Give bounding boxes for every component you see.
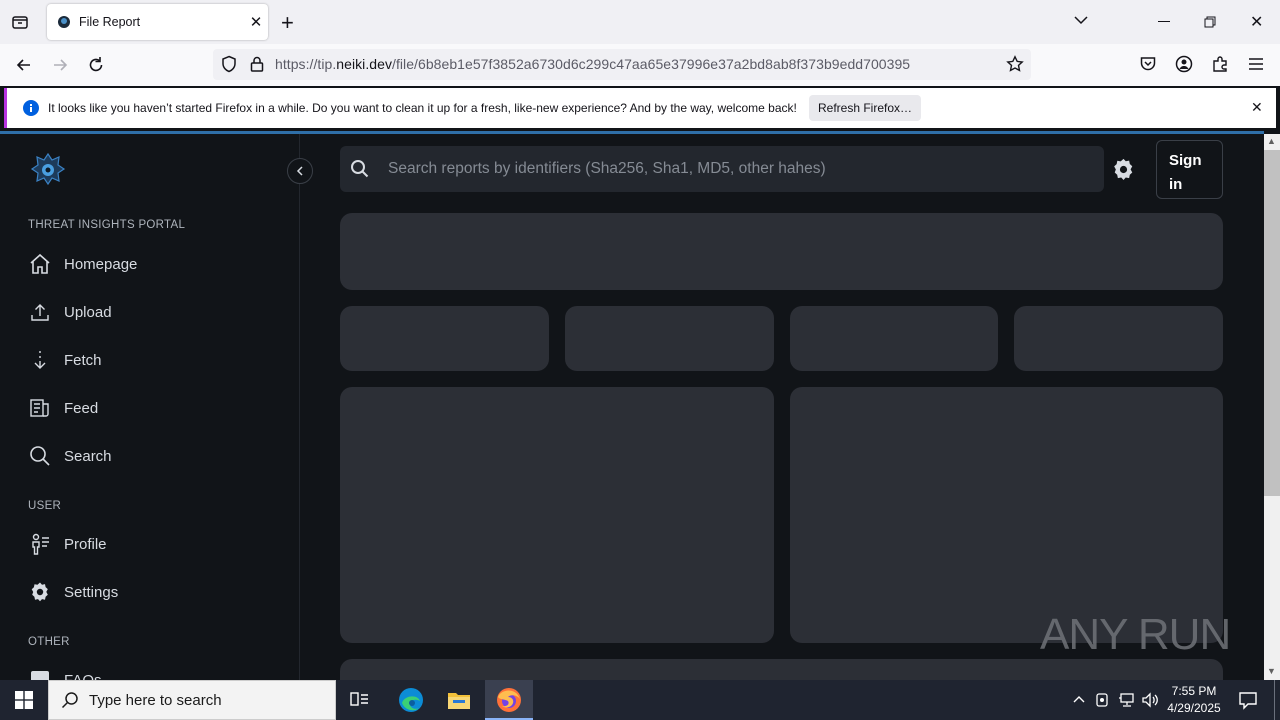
url-text[interactable]: https://tip.neiki.dev/file/6b8eb1e57f385…: [275, 56, 910, 72]
taskbar-clock[interactable]: 7:55 PM 4/29/2025: [1160, 683, 1228, 717]
collapse-sidebar-button[interactable]: [287, 158, 313, 184]
sidebar-item-label: Feed: [64, 399, 99, 417]
refresh-firefox-button[interactable]: Refresh Firefox…: [809, 95, 921, 121]
skeleton-card-panel: [790, 387, 1223, 643]
scroll-down-icon[interactable]: ▼: [1267, 666, 1276, 676]
skeleton-card-panel: [340, 387, 774, 643]
fetch-icon: [28, 348, 52, 372]
sidebar-item-search[interactable]: Search: [28, 441, 112, 471]
settings-gear-icon[interactable]: [1110, 156, 1137, 188]
lock-icon[interactable]: [248, 55, 266, 78]
skeleton-card-bottom: [340, 659, 1223, 680]
notification-message: It looks like you haven’t started Firefo…: [48, 101, 797, 115]
firefox-icon: [497, 688, 521, 712]
back-icon[interactable]: [14, 55, 34, 80]
show-desktop-button[interactable]: [1274, 680, 1275, 720]
sidebar-item-label: Settings: [64, 583, 119, 601]
sidebar-item-faqs[interactable]: FAQs: [28, 665, 102, 680]
portal-logo-icon[interactable]: [30, 152, 66, 193]
task-view-icon[interactable]: [350, 691, 370, 714]
notifications-icon[interactable]: [1238, 690, 1258, 715]
restore-icon[interactable]: [1204, 15, 1216, 33]
windows-start-icon[interactable]: [15, 691, 33, 714]
search-placeholder: Search reports by identifiers (Sha256, S…: [388, 160, 826, 177]
sign-in-button[interactable]: Sign in: [1156, 140, 1223, 199]
close-notification-icon[interactable]: ✕: [1251, 99, 1263, 116]
sidebar-item-label: Fetch: [64, 351, 102, 369]
browser-tab-bar: File Report ✕ + ✕: [0, 0, 1280, 44]
sidebar-item-label: Profile: [64, 535, 107, 553]
file-explorer-icon[interactable]: [447, 689, 471, 716]
faq-icon: [28, 668, 52, 680]
sidebar-item-feed[interactable]: Feed: [28, 393, 98, 423]
skeleton-card-stat: [1014, 306, 1223, 371]
profile-icon: [28, 532, 52, 556]
section-threat-insights-portal: THREAT INSIGHTS PORTAL: [28, 219, 186, 231]
sidebar-item-homepage[interactable]: Homepage: [28, 249, 137, 279]
chevron-up-icon[interactable]: [1072, 692, 1086, 711]
sidebar-item-profile[interactable]: Profile: [28, 529, 107, 559]
network-icon[interactable]: [1118, 691, 1136, 714]
windows-taskbar: Type here to search 7:55 PM 4/29/2025: [0, 680, 1280, 720]
reload-icon[interactable]: [86, 55, 106, 80]
site-favicon-icon: [58, 16, 70, 28]
sidebar-item-label: Upload: [64, 303, 112, 321]
firefox-refresh-notification: It looks like you haven’t started Firefo…: [4, 88, 1276, 128]
skeleton-card-stat: [565, 306, 774, 371]
extensions-icon[interactable]: [1211, 55, 1229, 78]
taskbar-search-placeholder: Type here to search: [89, 691, 222, 709]
skeleton-card-stat: [340, 306, 549, 371]
shield-icon[interactable]: [220, 55, 238, 78]
section-other: OTHER: [28, 636, 70, 648]
skeleton-card-header: [340, 213, 1223, 290]
pocket-icon[interactable]: [1139, 55, 1157, 78]
tab-title: File Report: [79, 15, 141, 29]
chevron-down-icon[interactable]: [1073, 12, 1089, 33]
feed-icon: [28, 396, 52, 420]
scroll-up-icon[interactable]: ▲: [1267, 136, 1276, 146]
minimize-icon[interactable]: [1158, 21, 1170, 22]
menu-icon[interactable]: [1247, 56, 1265, 77]
skeleton-card-stat: [790, 306, 998, 371]
forward-icon[interactable]: [50, 55, 70, 80]
account-icon[interactable]: [1175, 55, 1193, 78]
close-tab-icon[interactable]: ✕: [244, 13, 268, 31]
taskbar-firefox-button[interactable]: [485, 680, 533, 720]
clock-time: 7:55 PM: [1171, 684, 1217, 698]
sign-in-label-line1: Sign: [1169, 152, 1202, 169]
meet-now-icon[interactable]: [1095, 691, 1111, 714]
anyrun-watermark: ANY RUN: [1040, 610, 1231, 659]
search-icon: [61, 692, 78, 709]
search-icon: [28, 444, 52, 468]
taskbar-search-box[interactable]: Type here to search: [48, 680, 336, 720]
chevron-left-icon: [296, 166, 303, 176]
scrollbar-thumb[interactable]: [1264, 150, 1280, 496]
sidebar: THREAT INSIGHTS PORTAL Homepage Upload F…: [0, 134, 300, 680]
new-tab-icon[interactable]: +: [281, 10, 294, 36]
sidebar-item-label: Homepage: [64, 255, 138, 273]
sidebar-item-fetch[interactable]: Fetch: [28, 345, 102, 375]
volume-icon[interactable]: [1141, 691, 1159, 714]
home-icon: [28, 252, 52, 276]
section-user: USER: [28, 500, 62, 512]
page-content: THREAT INSIGHTS PORTAL Homepage Upload F…: [0, 134, 1264, 680]
tab-list-icon[interactable]: [10, 12, 30, 37]
sidebar-item-label: FAQs: [64, 671, 102, 681]
info-icon: [23, 100, 39, 121]
close-window-icon[interactable]: ✕: [1250, 12, 1263, 32]
sidebar-item-settings[interactable]: Settings: [28, 577, 118, 607]
clock-date: 4/29/2025: [1167, 701, 1221, 715]
sidebar-item-label: Search: [64, 447, 112, 465]
upload-icon: [28, 300, 52, 324]
search-icon: [350, 159, 370, 184]
edge-icon[interactable]: [398, 687, 424, 718]
sidebar-item-upload[interactable]: Upload: [28, 297, 112, 327]
gear-icon: [28, 580, 52, 604]
sign-in-label-line2: in: [1169, 176, 1183, 193]
bookmark-star-icon[interactable]: [1006, 55, 1024, 78]
tab-file-report[interactable]: File Report ✕: [47, 4, 268, 40]
report-search-input[interactable]: Search reports by identifiers (Sha256, S…: [340, 146, 1104, 192]
